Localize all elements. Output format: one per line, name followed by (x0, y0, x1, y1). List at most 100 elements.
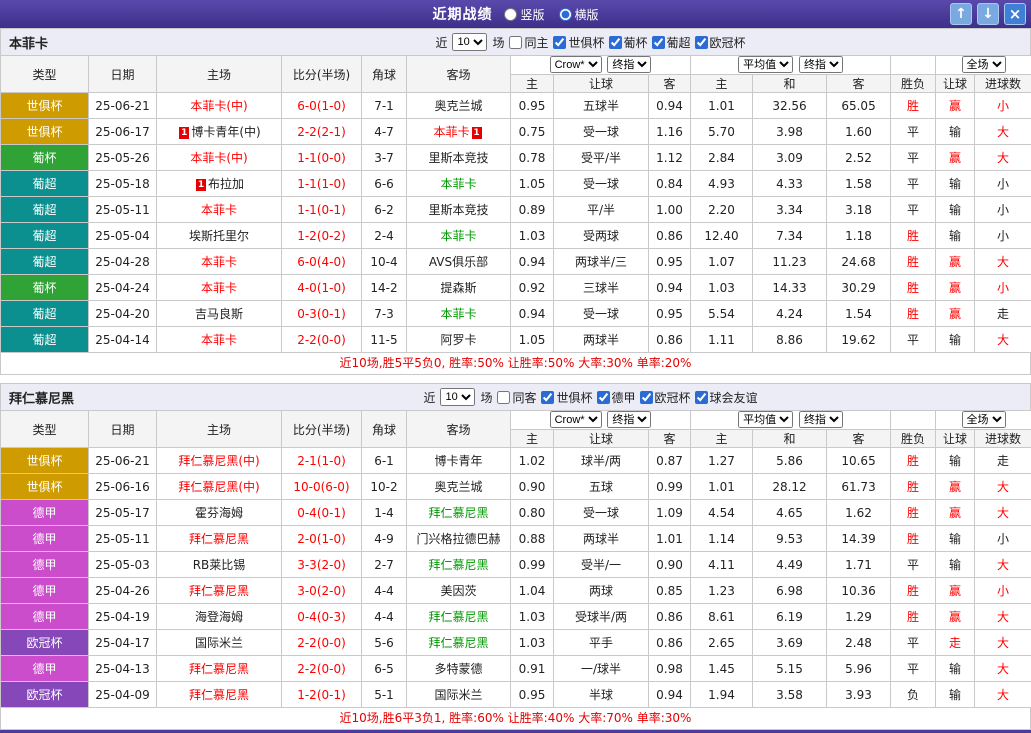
league-label: 德甲 (612, 389, 636, 406)
league-filter[interactable]: 葡杯 (609, 34, 648, 51)
league-label: 世俱杯 (556, 389, 592, 406)
europe-avg-select[interactable]: 平均值 (738, 411, 793, 428)
recent-count-select[interactable]: 10 (440, 388, 475, 406)
scroll-up-button[interactable]: ↑ (950, 3, 972, 25)
asia-index-select[interactable]: 终指 (607, 411, 651, 428)
team-name: 拜仁慕尼黑(中) (178, 480, 259, 494)
col-handicap-result: 让球 (936, 429, 975, 448)
layout-option-horizontal[interactable]: 横版 (559, 6, 599, 23)
europe-index-select[interactable]: 终指 (799, 56, 843, 73)
layout-option-vertical[interactable]: 竖版 (504, 6, 544, 23)
score-cell: 2-0(1-0) (282, 526, 362, 552)
fullgame-select[interactable]: 全场 (962, 411, 1006, 428)
team-label: 奥克兰城 (434, 480, 482, 494)
team-name: 门兴格拉德巴赫 (416, 532, 500, 546)
europe-draw-odds: 28.12 (753, 474, 827, 500)
league-checkbox[interactable] (695, 36, 708, 49)
section-header-bar: 拜仁慕尼黑 近 10 场 同客 世俱杯德甲欧冠杯球会友谊 (0, 383, 1031, 410)
home-team-cell: 1布拉加 (157, 171, 282, 197)
match-row: 葡超25-05-04埃斯托里尔1-2(0-2)2-4本菲卡1.03受两球0.86… (1, 223, 1031, 249)
fullgame-select[interactable]: 全场 (962, 56, 1006, 73)
europe-home-odds: 1.03 (691, 275, 753, 301)
team-label: 多特蒙德 (434, 662, 482, 676)
away-team-cell: 拜仁慕尼黑 (407, 604, 511, 630)
match-date: 25-04-13 (89, 656, 157, 682)
section-bayern: 拜仁慕尼黑 近 10 场 同客 世俱杯德甲欧冠杯球会友谊 (0, 383, 1031, 730)
score-cell: 2-2(0-0) (282, 630, 362, 656)
league-filter[interactable]: 世俱杯 (541, 389, 592, 406)
league-checkbox[interactable] (597, 391, 610, 404)
league-tag: 欧冠杯 (1, 682, 89, 708)
league-filter[interactable]: 葡超 (652, 34, 691, 51)
league-filter[interactable]: 欧冠杯 (695, 34, 746, 51)
home-team-cell: 拜仁慕尼黑 (157, 682, 282, 708)
score-cell: 3-3(2-0) (282, 552, 362, 578)
goals-result: 走 (975, 301, 1031, 327)
league-filter[interactable]: 欧冠杯 (640, 389, 691, 406)
home-team-cell: 拜仁慕尼黑(中) (157, 474, 282, 500)
away-team-cell: 美因茨 (407, 578, 511, 604)
handicap-result: 赢 (936, 93, 975, 119)
europe-away-odds: 1.18 (827, 223, 891, 249)
score-cell: 1-2(0-2) (282, 223, 362, 249)
asia-home-odds: 0.94 (511, 301, 554, 327)
recent-count-select[interactable]: 10 (452, 33, 487, 51)
corners-cell: 3-7 (362, 145, 407, 171)
horizontal-radio[interactable] (559, 8, 572, 21)
europe-draw-odds: 7.34 (753, 223, 827, 249)
team-label: 拜仁慕尼黑 (428, 506, 488, 520)
europe-draw-odds: 5.86 (753, 448, 827, 474)
europe-away-odds: 1.60 (827, 119, 891, 145)
europe-index-select[interactable]: 终指 (799, 411, 843, 428)
team-name: 奥克兰城 (434, 480, 482, 494)
col-goals-result: 进球数 (975, 429, 1031, 448)
close-button[interactable]: × (1004, 3, 1026, 25)
league-tag: 葡超 (1, 249, 89, 275)
winloss-result: 平 (891, 145, 936, 171)
league-checkbox[interactable] (652, 36, 665, 49)
europe-draw-odds: 4.24 (753, 301, 827, 327)
asia-handicap: 一/球半 (554, 656, 649, 682)
handicap-result: 输 (936, 656, 975, 682)
vertical-radio[interactable] (504, 8, 517, 21)
europe-away-odds: 1.71 (827, 552, 891, 578)
league-tag: 葡超 (1, 327, 89, 353)
col-home: 主场 (157, 411, 282, 448)
asia-index-select[interactable]: 终指 (607, 56, 651, 73)
bookmaker-select[interactable]: Crow* (550, 56, 602, 73)
same-side-filter[interactable]: 同主 (509, 34, 548, 51)
away-team-cell: 本菲卡 (407, 223, 511, 249)
team-name: 拜仁慕尼黑 (428, 558, 488, 572)
corners-cell: 2-4 (362, 223, 407, 249)
scroll-down-button[interactable]: ↓ (977, 3, 999, 25)
league-checkbox[interactable] (553, 36, 566, 49)
corners-cell: 10-4 (362, 249, 407, 275)
league-filter[interactable]: 德甲 (597, 389, 636, 406)
match-date: 25-04-28 (89, 249, 157, 275)
europe-avg-select[interactable]: 平均值 (738, 56, 793, 73)
league-filter[interactable]: 世俱杯 (553, 34, 604, 51)
bookmaker-select[interactable]: Crow* (550, 411, 602, 428)
league-checkbox[interactable] (695, 391, 708, 404)
league-filter[interactable]: 球会友谊 (695, 389, 758, 406)
same-side-filter[interactable]: 同客 (497, 389, 536, 406)
league-checkbox[interactable] (640, 391, 653, 404)
league-checkbox[interactable] (541, 391, 554, 404)
asia-away-odds: 1.12 (649, 145, 691, 171)
asia-away-odds: 0.95 (649, 301, 691, 327)
goals-result: 大 (975, 682, 1031, 708)
page-title: 近期战绩 (432, 4, 492, 24)
layout-switch: 竖版 横版 (504, 6, 598, 23)
match-date: 25-06-17 (89, 119, 157, 145)
league-checkbox[interactable] (609, 36, 622, 49)
europe-away-odds: 19.62 (827, 327, 891, 353)
corners-cell: 10-2 (362, 474, 407, 500)
league-tag: 葡超 (1, 301, 89, 327)
handicap-result: 赢 (936, 249, 975, 275)
league-tag: 葡杯 (1, 275, 89, 301)
europe-draw-odds: 4.49 (753, 552, 827, 578)
same-side-checkbox[interactable] (509, 36, 522, 49)
same-side-checkbox[interactable] (497, 391, 510, 404)
team-name: 本菲卡 (201, 333, 237, 347)
team-name: 奥克兰城 (434, 99, 482, 113)
